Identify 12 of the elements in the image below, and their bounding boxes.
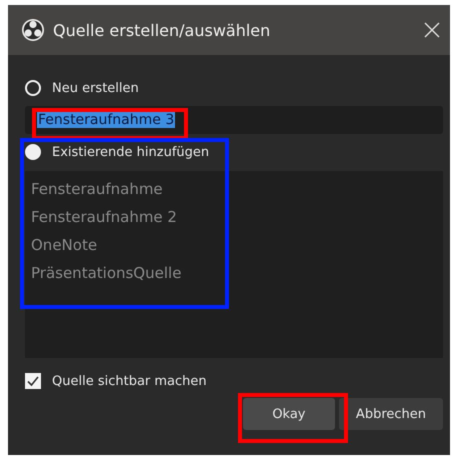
logo-icon <box>21 18 45 42</box>
radio-button[interactable] <box>25 144 41 160</box>
okay-button[interactable]: Okay <box>242 398 335 430</box>
cancel-button[interactable]: Abbrechen <box>338 398 443 430</box>
checkbox-label[interactable]: Quelle sichtbar machen <box>52 374 207 388</box>
name-field[interactable]: Fensteraufnahme 3 <box>25 106 443 134</box>
radio-button[interactable] <box>25 80 41 96</box>
radio-label[interactable]: Existierende hinzufügen <box>52 144 210 160</box>
close-icon[interactable] <box>424 22 440 38</box>
checkbox[interactable] <box>25 373 41 389</box>
window-title: Quelle erstellen/auswählen <box>53 20 272 40</box>
radio-label[interactable]: Neu erstellen <box>52 80 139 96</box>
